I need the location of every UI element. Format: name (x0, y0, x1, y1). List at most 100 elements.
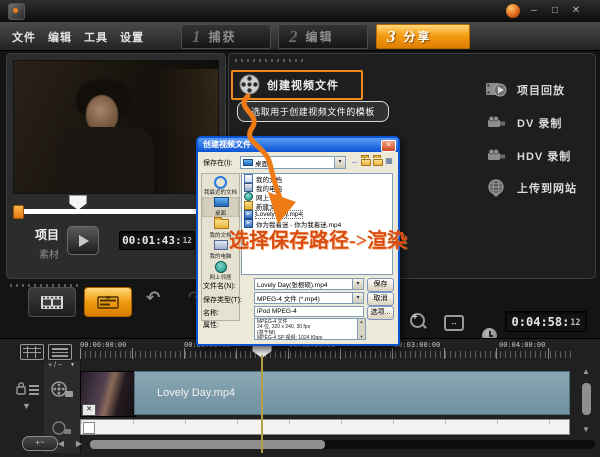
menu-file[interactable]: 文件 (12, 29, 36, 45)
filetype-dropdown-icon[interactable]: ▾ (352, 293, 363, 303)
upload-web-label: 上传到网站 (517, 180, 577, 196)
timeline-clip[interactable]: Lovely Day.mp4 (134, 371, 570, 415)
play-icon (79, 235, 89, 247)
dv-record-label: DV 录制 (517, 115, 562, 131)
globe-upload-icon (485, 179, 507, 197)
fit-timeline-icon[interactable]: ↔ (444, 315, 464, 331)
recent-docs-icon (214, 176, 227, 189)
hdv-camcorder-icon (485, 147, 507, 164)
desktop-icon (214, 197, 229, 207)
filetype-label: 保存类型(T): (203, 295, 242, 305)
menu-settings[interactable]: 设置 (120, 29, 144, 45)
trim-start-handle[interactable] (13, 205, 24, 219)
preview-timecode: 00:01:43:12 (119, 231, 195, 250)
place-network[interactable]: 网上邻居 (202, 261, 239, 281)
menu-bar: 文件 编辑 工具 设置 1 捕获 2 编辑 3 分享 (0, 22, 600, 51)
h-scrollbar-track[interactable] (90, 440, 595, 449)
overlay-track-icon[interactable] (52, 421, 72, 435)
playhead-line[interactable] (261, 355, 263, 453)
cancel-button[interactable]: 取消 (367, 292, 394, 306)
duration-frames: 12 (570, 317, 580, 327)
save-button[interactable]: 保存 (367, 278, 394, 292)
tab-capture[interactable]: 1 捕获 (181, 24, 271, 49)
video-track-icon[interactable] (50, 381, 74, 399)
storyboard-icon (40, 295, 64, 310)
tab-edit[interactable]: 2 编辑 (278, 24, 368, 49)
filename-input[interactable]: Lovely Day(张根硕).mp4 ▾ (254, 278, 364, 290)
rail-collapse-icon[interactable]: ▼ (22, 401, 31, 411)
clip-thumbnail[interactable]: ✕ (80, 371, 136, 417)
mute-speaker-icon[interactable]: ✕ (82, 404, 96, 416)
up-arrow-glyph: ↑ (363, 155, 367, 165)
project-mode-label[interactable]: 项目 (35, 226, 59, 243)
save-in-dropdown-icon[interactable]: ▾ (334, 157, 345, 168)
prop-scroll-up-icon[interactable]: ▲ (358, 319, 365, 324)
v-scrollbar-thumb[interactable] (582, 383, 591, 415)
play-button[interactable] (67, 226, 99, 255)
track-list-icon[interactable] (48, 344, 72, 360)
back-folder-icon[interactable]: ← (350, 157, 360, 167)
clip-mode-label[interactable]: 素材 (39, 246, 59, 261)
menu-tools[interactable]: 工具 (84, 29, 108, 45)
preview-scrubber-handle[interactable] (69, 195, 87, 210)
network-places-icon (215, 261, 227, 273)
share-option-dv-record[interactable]: DV 录制 (485, 114, 562, 131)
track-manager-icon[interactable] (20, 344, 44, 360)
prop-scroll-down-icon[interactable]: ▼ (358, 334, 365, 339)
dialog-close-button[interactable]: ✕ (381, 140, 396, 152)
ripple-lock-icon[interactable] (16, 381, 40, 397)
storyboard-view-button[interactable] (28, 287, 76, 317)
share-option-hdv-record[interactable]: HDV 录制 (485, 147, 571, 164)
maximize-button[interactable]: □ (547, 4, 563, 17)
properties-scrollbar[interactable]: ▲ ▼ (357, 319, 365, 339)
project-playback-icon (485, 81, 507, 98)
save-in-label: 保存在(I): (203, 158, 233, 168)
tab-capture-number: 1 (192, 27, 201, 47)
timeline-section: 00:00:00:00 00:01:00:00 00:02:00:00 00:0… (0, 338, 600, 457)
preview-trim-bar[interactable] (23, 209, 209, 214)
duration-main: 0:04:58: (512, 315, 570, 329)
tab-share-number: 3 (387, 27, 396, 47)
scroll-up-button[interactable]: ▲ (578, 367, 594, 376)
filetype-value: MPEG-4 文件 (*.mp4) (255, 293, 352, 303)
timeline-view-button[interactable] (84, 287, 132, 317)
overlay-track[interactable] (80, 419, 570, 435)
template-name-field: iPod MPEG-4 (254, 306, 364, 317)
overlay-track-icon-chip (83, 422, 95, 434)
filename-dropdown-icon[interactable]: ▾ (352, 279, 363, 289)
zoom-in-icon[interactable] (410, 313, 425, 328)
up-one-level-icon[interactable]: ↑ (361, 157, 371, 167)
ruler-major-ticks (80, 348, 572, 359)
scroll-left-button[interactable]: ◀ (54, 439, 68, 448)
track-tools-dropdown-icon[interactable]: ▼ (70, 362, 75, 368)
project-playback-label: 项目回放 (517, 82, 565, 98)
properties-box: MPEG-4 文件 24 位, 320 x 240, 30 fps (基于帧) … (254, 318, 366, 340)
project-duration-timecode: 0:04:58:12 (505, 311, 587, 332)
video-figure-body (58, 127, 154, 193)
video-preview (13, 60, 219, 194)
options-button[interactable]: 选项... (367, 306, 394, 320)
properties-label: 属性: (203, 320, 219, 330)
filetype-select[interactable]: MPEG-4 文件 (*.mp4) ▾ (254, 292, 364, 304)
hdv-record-label: HDV 录制 (517, 148, 571, 164)
filename-label: 文件名(N): (203, 281, 236, 291)
minimize-button[interactable]: – (526, 4, 542, 17)
clip-name-label: Lovely Day.mp4 (157, 387, 235, 399)
place-my-computer-label: 我的电脑 (202, 252, 239, 260)
filename-value: Lovely Day(张根硕).mp4 (255, 279, 352, 289)
tab-share[interactable]: 3 分享 (376, 24, 470, 49)
guide-ball-icon[interactable] (506, 4, 520, 18)
share-option-upload-web[interactable]: 上传到网站 (485, 179, 577, 197)
scroll-right-button[interactable]: ▶ (72, 439, 86, 448)
h-scrollbar-thumb[interactable] (90, 440, 325, 449)
new-folder-icon[interactable] (373, 157, 383, 167)
preview-timecode-frames: 12 (183, 236, 192, 245)
scroll-down-button[interactable]: ▼ (578, 425, 594, 434)
undo-button[interactable]: ↶ (146, 288, 160, 308)
close-button[interactable]: ✕ (568, 4, 584, 17)
views-menu-icon[interactable]: ▦ (384, 156, 394, 166)
fit-project-pill-button[interactable]: +~ (22, 436, 58, 451)
track-add-remove-controls[interactable]: + / − (48, 362, 62, 369)
share-option-project-playback[interactable]: 项目回放 (485, 81, 565, 98)
menu-edit[interactable]: 编辑 (48, 29, 72, 45)
